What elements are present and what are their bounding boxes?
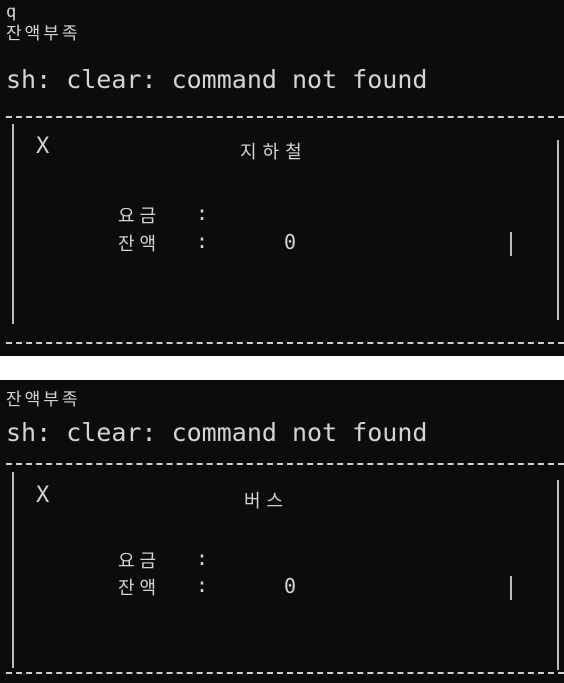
terminal-window-subway: q 잔액부족 sh: clear: command not found X 지하…	[0, 0, 564, 356]
close-button[interactable]: X	[36, 483, 49, 508]
text-cursor	[510, 232, 512, 256]
fare-label: 요금	[118, 206, 162, 227]
close-button[interactable]: X	[36, 134, 49, 159]
output-line-clear-error: sh: clear: command not found	[6, 65, 428, 94]
output-line-clear-error: sh: clear: command not found	[6, 418, 428, 447]
panel-top-border	[6, 116, 564, 118]
balance-label: 잔액	[118, 234, 162, 255]
balance-value: 0	[284, 230, 297, 254]
fare-colon: :	[196, 201, 209, 225]
output-line-input: q	[6, 2, 17, 22]
panel-right-border	[557, 140, 559, 320]
output-line-insufficient-balance: 잔액부족	[6, 390, 81, 410]
panel-top-border	[6, 463, 564, 465]
panel-bottom-border	[6, 672, 564, 674]
fare-colon: :	[196, 546, 209, 570]
terminal-window-bus: 잔액부족 sh: clear: command not found X 버스 요…	[0, 380, 564, 683]
balance-colon: :	[196, 573, 209, 597]
balance-label: 잔액	[118, 578, 162, 599]
panel-right-border	[557, 480, 559, 670]
fare-label: 요금	[118, 551, 162, 572]
balance-value: 0	[284, 574, 297, 598]
panel-left-border	[12, 124, 14, 324]
panel-left-border	[12, 472, 14, 668]
panel-title: 버스	[244, 491, 290, 512]
output-line-insufficient-balance: 잔액부족	[6, 24, 81, 44]
text-cursor	[510, 576, 512, 600]
panel-title: 지하철	[240, 142, 308, 163]
panel-bottom-border	[6, 342, 564, 344]
balance-colon: :	[196, 229, 209, 253]
